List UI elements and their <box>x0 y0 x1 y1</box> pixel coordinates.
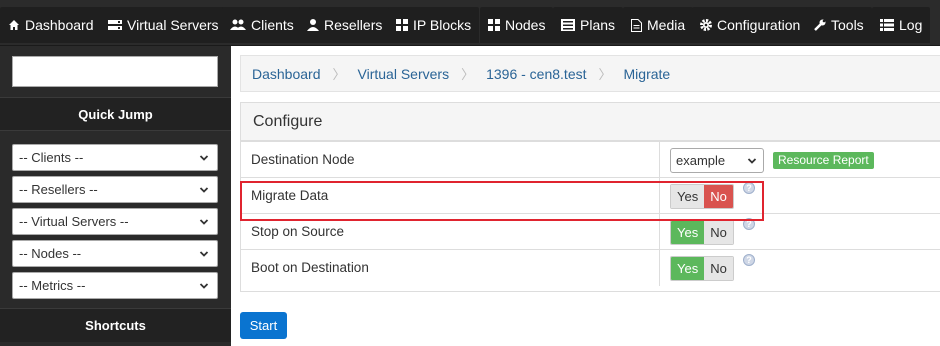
row-divider <box>659 142 660 178</box>
chevron-down-icon <box>199 219 209 225</box>
users-icon <box>230 19 246 30</box>
tab-clients-label: Clients <box>251 17 294 33</box>
nodes-select-value: -- Nodes -- <box>19 246 82 261</box>
top-navigation: Dashboard Virtual Servers Clients Resell… <box>0 0 940 46</box>
stop-on-source-toggle[interactable]: Yes No <box>670 220 734 245</box>
chevron-down-icon <box>199 155 209 161</box>
server-icon <box>108 20 122 30</box>
tab-ip-blocks-label: IP Blocks <box>413 17 472 33</box>
shortcuts-heading: Shortcuts <box>0 308 231 342</box>
metrics-select-value: -- Metrics -- <box>19 278 86 293</box>
chevron-down-icon <box>199 251 209 257</box>
breadcrumb-virtual-servers[interactable]: Virtual Servers <box>358 66 450 82</box>
chevron-down-icon <box>747 158 757 164</box>
start-button[interactable]: Start <box>240 312 287 339</box>
breadcrumb-migrate[interactable]: Migrate <box>624 66 671 82</box>
resellers-select-value: -- Resellers -- <box>19 182 98 197</box>
highlight-box <box>240 181 764 221</box>
quick-jump-search-input[interactable] <box>12 56 218 87</box>
tab-plans[interactable]: Plans <box>553 7 624 43</box>
tab-dashboard[interactable]: Dashboard <box>0 7 102 43</box>
tab-media[interactable]: Media <box>623 7 694 43</box>
tab-log[interactable]: Log <box>872 7 931 43</box>
panel-title: Configure <box>241 103 940 141</box>
virtual-servers-select-value: -- Virtual Servers -- <box>19 214 129 229</box>
list-icon <box>561 19 575 31</box>
boot-on-destination-row: Boot on Destination Yes No ? <box>241 249 940 286</box>
destination-node-select[interactable]: example <box>670 148 764 173</box>
tab-resellers-label: Resellers <box>324 17 383 33</box>
breadcrumb-separator: 〉 <box>461 67 475 82</box>
boot-on-destination-yes-option[interactable]: Yes <box>671 257 705 280</box>
tab-virtual-servers[interactable]: Virtual Servers <box>100 7 227 43</box>
clients-select[interactable]: -- Clients -- <box>12 144 218 171</box>
boot-on-destination-toggle[interactable]: Yes No <box>670 256 734 281</box>
user-icon <box>307 19 319 31</box>
stop-on-source-yes-option[interactable]: Yes <box>671 221 705 244</box>
tab-ip-blocks[interactable]: IP Blocks <box>388 7 480 43</box>
grid-icon <box>396 19 408 31</box>
boot-on-destination-label: Boot on Destination <box>251 260 369 275</box>
destination-node-row: Destination Node example Resource Report <box>241 141 940 178</box>
tab-configuration[interactable]: Configuration <box>692 7 809 43</box>
tab-virtual-servers-label: Virtual Servers <box>127 17 219 33</box>
breadcrumb-separator: 〉 <box>332 67 346 82</box>
tab-resellers[interactable]: Resellers <box>299 7 391 43</box>
tab-nodes[interactable]: Nodes <box>480 7 554 43</box>
gear-icon <box>700 19 712 31</box>
tab-nodes-label: Nodes <box>505 17 546 33</box>
destination-node-value: example <box>676 153 726 168</box>
breadcrumb-separator: 〉 <box>598 67 612 82</box>
tab-dashboard-label: Dashboard <box>25 17 94 33</box>
quick-jump-heading: Quick Jump <box>0 97 231 131</box>
home-icon <box>9 20 19 30</box>
tab-tools-label: Tools <box>831 17 864 33</box>
list-icon <box>880 19 894 31</box>
tab-configuration-label: Configuration <box>717 17 801 33</box>
sidebar: Quick Jump -- Clients -- -- Resellers --… <box>0 46 231 346</box>
virtual-servers-select[interactable]: -- Virtual Servers -- <box>12 208 218 235</box>
stop-on-source-no-option[interactable]: No <box>704 221 733 244</box>
tab-media-label: Media <box>647 17 686 33</box>
chevron-down-icon <box>199 283 209 289</box>
row-divider <box>659 250 660 286</box>
file-icon <box>631 18 642 32</box>
breadcrumb: Dashboard 〉 Virtual Servers 〉 1396 - cen… <box>240 55 940 92</box>
chevron-down-icon <box>199 187 209 193</box>
boot-on-destination-no-option[interactable]: No <box>704 257 733 280</box>
resellers-select[interactable]: -- Resellers -- <box>12 176 218 203</box>
destination-node-label: Destination Node <box>251 152 355 167</box>
tab-clients[interactable]: Clients <box>222 7 302 43</box>
resource-report-button[interactable]: Resource Report <box>773 152 874 169</box>
tab-tools[interactable]: Tools <box>806 7 872 43</box>
breadcrumb-server[interactable]: 1396 - cen8.test <box>486 66 586 82</box>
grid-icon <box>488 19 500 31</box>
metrics-select[interactable]: -- Metrics -- <box>12 272 218 299</box>
help-icon[interactable]: ? <box>743 254 755 266</box>
tab-log-label: Log <box>899 17 923 33</box>
nodes-select[interactable]: -- Nodes -- <box>12 240 218 267</box>
clients-select-value: -- Clients -- <box>19 150 84 165</box>
tab-plans-label: Plans <box>580 17 616 33</box>
breadcrumb-dashboard[interactable]: Dashboard <box>252 66 321 82</box>
wrench-icon <box>814 19 826 31</box>
